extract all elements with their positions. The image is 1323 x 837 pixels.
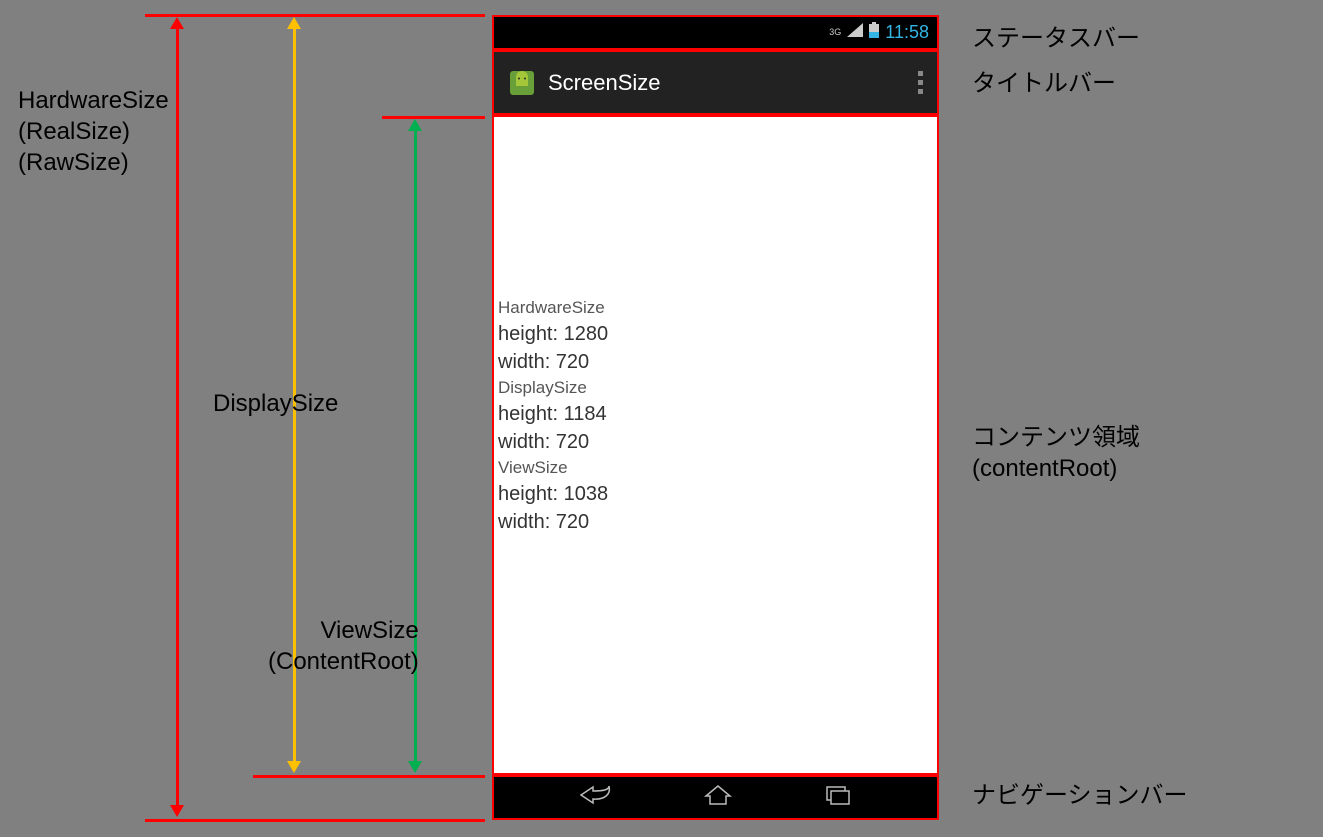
recent-apps-icon[interactable] <box>823 784 853 811</box>
content-l9: width: 720 <box>498 509 589 535</box>
content-l4: DisplaySize <box>498 377 587 399</box>
home-icon[interactable] <box>703 784 733 811</box>
title-bar: ScreenSize <box>492 50 939 115</box>
content-area: HardwareSize height: 1280 width: 720 Dis… <box>492 115 939 775</box>
phone-mockup: 3G 11:58 ScreenSize HardwareSize height:… <box>492 15 939 820</box>
content-l1: HardwareSize <box>498 297 605 319</box>
content-line2: (contentRoot) <box>972 453 1140 484</box>
hardware-label: HardwareSize (RealSize) (RawSize) <box>18 85 169 179</box>
view-line2: (ContentRoot) <box>268 646 419 677</box>
status-bar: 3G 11:58 <box>492 15 939 50</box>
guide-line <box>253 775 485 778</box>
display-label: DisplaySize <box>213 388 338 419</box>
content-l8: height: 1038 <box>498 481 608 507</box>
content-l3: width: 720 <box>498 349 589 375</box>
title-bar-label: タイトルバー <box>972 68 1116 99</box>
status-bar-label: ステータスバー <box>972 23 1140 54</box>
content-area-label: コンテンツ領域 (contentRoot) <box>972 422 1140 484</box>
content-l5: height: 1184 <box>498 401 607 427</box>
diagram-stage: HardwareSize (RealSize) (RawSize) Displa… <box>0 0 1323 837</box>
back-icon[interactable] <box>579 784 613 811</box>
network-label: 3G <box>829 28 841 37</box>
view-line1: ViewSize <box>268 615 419 646</box>
hardware-arrow <box>176 17 179 817</box>
guide-line <box>145 819 485 822</box>
battery-icon <box>869 22 879 43</box>
guide-line <box>382 116 485 119</box>
app-title: ScreenSize <box>548 70 661 96</box>
navigation-bar <box>492 775 939 820</box>
content-line1: コンテンツ領域 <box>972 422 1140 453</box>
signal-icon <box>847 23 863 42</box>
content-l6: width: 720 <box>498 429 589 455</box>
view-label: ViewSize (ContentRoot) <box>268 615 419 677</box>
hardware-line3: (RawSize) <box>18 147 169 178</box>
guide-line <box>145 14 485 17</box>
content-l2: height: 1280 <box>498 321 608 347</box>
nav-bar-label: ナビゲーションバー <box>972 780 1188 811</box>
content-l7: ViewSize <box>498 457 568 479</box>
android-icon <box>504 65 540 101</box>
hardware-line1: HardwareSize <box>18 85 169 116</box>
overflow-menu-icon[interactable] <box>918 71 923 94</box>
clock: 11:58 <box>885 22 929 43</box>
hardware-line2: (RealSize) <box>18 116 169 147</box>
